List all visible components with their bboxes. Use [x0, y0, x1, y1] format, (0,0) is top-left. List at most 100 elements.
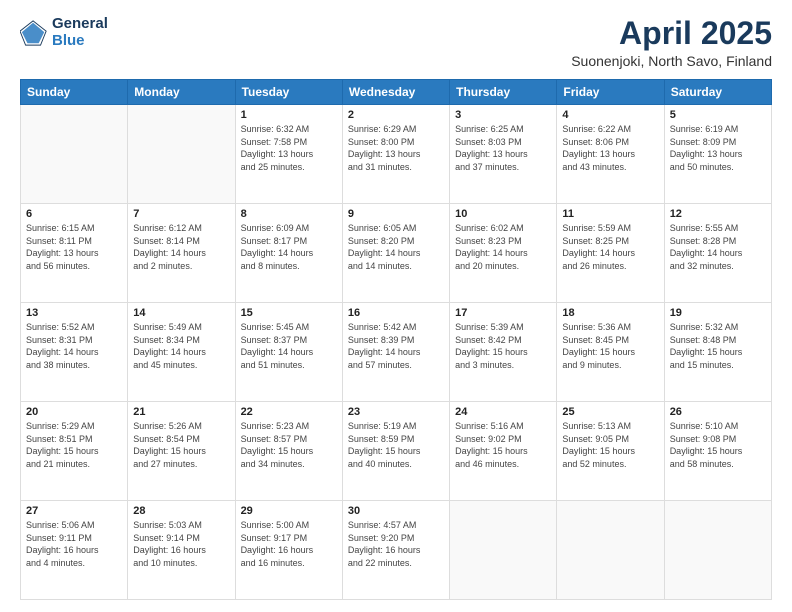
day-number: 29 [241, 505, 337, 517]
day-info: Sunrise: 5:42 AM Sunset: 8:39 PM Dayligh… [348, 321, 444, 371]
day-number: 3 [455, 109, 551, 121]
weekday-header-sunday: Sunday [21, 80, 128, 105]
day-number: 13 [26, 307, 122, 319]
day-number: 2 [348, 109, 444, 121]
calendar-cell: 13 Sunrise: 5:52 AM Sunset: 8:31 PM Dayli… [21, 303, 128, 402]
day-info: Sunrise: 6:25 AM Sunset: 8:03 PM Dayligh… [455, 123, 551, 173]
week-row-1: 1 Sunrise: 6:32 AM Sunset: 7:58 PM Daylig… [21, 105, 772, 204]
day-info: Sunrise: 6:09 AM Sunset: 8:17 PM Dayligh… [241, 222, 337, 272]
day-number: 22 [241, 406, 337, 418]
day-number: 14 [133, 307, 229, 319]
day-info: Sunrise: 5:29 AM Sunset: 8:51 PM Dayligh… [26, 420, 122, 470]
day-number: 7 [133, 208, 229, 220]
calendar-cell: 23 Sunrise: 5:19 AM Sunset: 8:59 PM Dayli… [342, 402, 449, 501]
day-info: Sunrise: 5:55 AM Sunset: 8:28 PM Dayligh… [670, 222, 766, 272]
day-number: 8 [241, 208, 337, 220]
calendar-cell: 18 Sunrise: 5:36 AM Sunset: 8:45 PM Dayli… [557, 303, 664, 402]
logo-general-text: General [52, 16, 108, 33]
day-number: 5 [670, 109, 766, 121]
day-number: 4 [562, 109, 658, 121]
day-info: Sunrise: 5:13 AM Sunset: 9:05 PM Dayligh… [562, 420, 658, 470]
day-info: Sunrise: 5:26 AM Sunset: 8:54 PM Dayligh… [133, 420, 229, 470]
calendar-cell: 15Sunrise: 5:45 AM Sunset: 8:37 PM Dayli… [235, 303, 342, 402]
day-number: 1 [241, 109, 337, 121]
calendar-cell: 7 Sunrise: 6:12 AM Sunset: 8:14 PM Daylig… [128, 204, 235, 303]
week-row-2: 6Sunrise: 6:15 AM Sunset: 8:11 PM Daylig… [21, 204, 772, 303]
weekday-header-monday: Monday [128, 80, 235, 105]
calendar-cell: 3 Sunrise: 6:25 AM Sunset: 8:03 PM Daylig… [450, 105, 557, 204]
day-number: 10 [455, 208, 551, 220]
calendar-cell: 26Sunrise: 5:10 AM Sunset: 9:08 PM Dayli… [664, 402, 771, 501]
logo-text: General Blue [52, 16, 108, 49]
title-block: April 2025 Suonenjoki, North Savo, Finla… [571, 16, 772, 69]
calendar-table: SundayMondayTuesdayWednesdayThursdayFrid… [20, 79, 772, 600]
day-info: Sunrise: 5:59 AM Sunset: 8:25 PM Dayligh… [562, 222, 658, 272]
day-info: Sunrise: 6:22 AM Sunset: 8:06 PM Dayligh… [562, 123, 658, 173]
week-row-5: 27 Sunrise: 5:06 AM Sunset: 9:11 PM Dayli… [21, 501, 772, 600]
day-info: Sunrise: 5:39 AM Sunset: 8:42 PM Dayligh… [455, 321, 551, 371]
day-info: Sunrise: 5:52 AM Sunset: 8:31 PM Dayligh… [26, 321, 122, 371]
day-number: 20 [26, 406, 122, 418]
calendar-cell: 22Sunrise: 5:23 AM Sunset: 8:57 PM Dayli… [235, 402, 342, 501]
calendar-cell [450, 501, 557, 600]
calendar-cell: 4 Sunrise: 6:22 AM Sunset: 8:06 PM Daylig… [557, 105, 664, 204]
day-number: 25 [562, 406, 658, 418]
calendar-cell: 14 Sunrise: 5:49 AM Sunset: 8:34 PM Dayli… [128, 303, 235, 402]
logo-blue-text: Blue [52, 33, 108, 50]
day-info: Sunrise: 5:06 AM Sunset: 9:11 PM Dayligh… [26, 519, 122, 569]
calendar-cell: 9 Sunrise: 6:05 AM Sunset: 8:20 PM Daylig… [342, 204, 449, 303]
day-number: 6 [26, 208, 122, 220]
day-info: Sunrise: 5:36 AM Sunset: 8:45 PM Dayligh… [562, 321, 658, 371]
day-number: 16 [348, 307, 444, 319]
day-info: Sunrise: 6:05 AM Sunset: 8:20 PM Dayligh… [348, 222, 444, 272]
day-info: Sunrise: 6:02 AM Sunset: 8:23 PM Dayligh… [455, 222, 551, 272]
day-info: Sunrise: 6:29 AM Sunset: 8:00 PM Dayligh… [348, 123, 444, 173]
day-info: Sunrise: 5:19 AM Sunset: 8:59 PM Dayligh… [348, 420, 444, 470]
day-number: 23 [348, 406, 444, 418]
weekday-header-wednesday: Wednesday [342, 80, 449, 105]
day-number: 12 [670, 208, 766, 220]
weekday-header-tuesday: Tuesday [235, 80, 342, 105]
day-number: 21 [133, 406, 229, 418]
day-number: 27 [26, 505, 122, 517]
day-number: 24 [455, 406, 551, 418]
calendar-cell: 30 Sunrise: 4:57 AM Sunset: 9:20 PM Dayli… [342, 501, 449, 600]
calendar-cell: 11 Sunrise: 5:59 AM Sunset: 8:25 PM Dayli… [557, 204, 664, 303]
location: Suonenjoki, North Savo, Finland [571, 53, 772, 69]
day-number: 28 [133, 505, 229, 517]
calendar-cell [557, 501, 664, 600]
calendar-cell: 20 Sunrise: 5:29 AM Sunset: 8:51 PM Dayli… [21, 402, 128, 501]
calendar-cell: 17Sunrise: 5:39 AM Sunset: 8:42 PM Dayli… [450, 303, 557, 402]
day-info: Sunrise: 5:32 AM Sunset: 8:48 PM Dayligh… [670, 321, 766, 371]
calendar-cell: 2 Sunrise: 6:29 AM Sunset: 8:00 PM Daylig… [342, 105, 449, 204]
day-number: 30 [348, 505, 444, 517]
calendar-cell: 8 Sunrise: 6:09 AM Sunset: 8:17 PM Daylig… [235, 204, 342, 303]
day-info: Sunrise: 5:00 AM Sunset: 9:17 PM Dayligh… [241, 519, 337, 569]
day-number: 19 [670, 307, 766, 319]
calendar-cell [128, 105, 235, 204]
day-info: Sunrise: 6:12 AM Sunset: 8:14 PM Dayligh… [133, 222, 229, 272]
day-info: Sunrise: 4:57 AM Sunset: 9:20 PM Dayligh… [348, 519, 444, 569]
day-number: 9 [348, 208, 444, 220]
header: General Blue April 2025 Suonenjoki, Nort… [20, 16, 772, 69]
day-number: 11 [562, 208, 658, 220]
day-number: 26 [670, 406, 766, 418]
day-number: 18 [562, 307, 658, 319]
day-info: Sunrise: 5:45 AM Sunset: 8:37 PM Dayligh… [241, 321, 337, 371]
calendar-cell: 21 Sunrise: 5:26 AM Sunset: 8:54 PM Dayli… [128, 402, 235, 501]
calendar-cell [664, 501, 771, 600]
day-info: Sunrise: 6:19 AM Sunset: 8:09 PM Dayligh… [670, 123, 766, 173]
calendar-cell: 24Sunrise: 5:16 AM Sunset: 9:02 PM Dayli… [450, 402, 557, 501]
calendar-cell: 16 Sunrise: 5:42 AM Sunset: 8:39 PM Dayli… [342, 303, 449, 402]
calendar-cell: 5 Sunrise: 6:19 AM Sunset: 8:09 PM Daylig… [664, 105, 771, 204]
day-info: Sunrise: 5:49 AM Sunset: 8:34 PM Dayligh… [133, 321, 229, 371]
logo-icon [20, 19, 48, 47]
calendar-cell: 6Sunrise: 6:15 AM Sunset: 8:11 PM Daylig… [21, 204, 128, 303]
calendar-cell: 29 Sunrise: 5:00 AM Sunset: 9:17 PM Dayli… [235, 501, 342, 600]
calendar-cell: 28Sunrise: 5:03 AM Sunset: 9:14 PM Dayli… [128, 501, 235, 600]
week-row-3: 13 Sunrise: 5:52 AM Sunset: 8:31 PM Dayli… [21, 303, 772, 402]
page: General Blue April 2025 Suonenjoki, Nort… [0, 0, 792, 612]
day-info: Sunrise: 6:32 AM Sunset: 7:58 PM Dayligh… [241, 123, 337, 173]
calendar-cell: 27 Sunrise: 5:06 AM Sunset: 9:11 PM Dayli… [21, 501, 128, 600]
weekday-header-friday: Friday [557, 80, 664, 105]
